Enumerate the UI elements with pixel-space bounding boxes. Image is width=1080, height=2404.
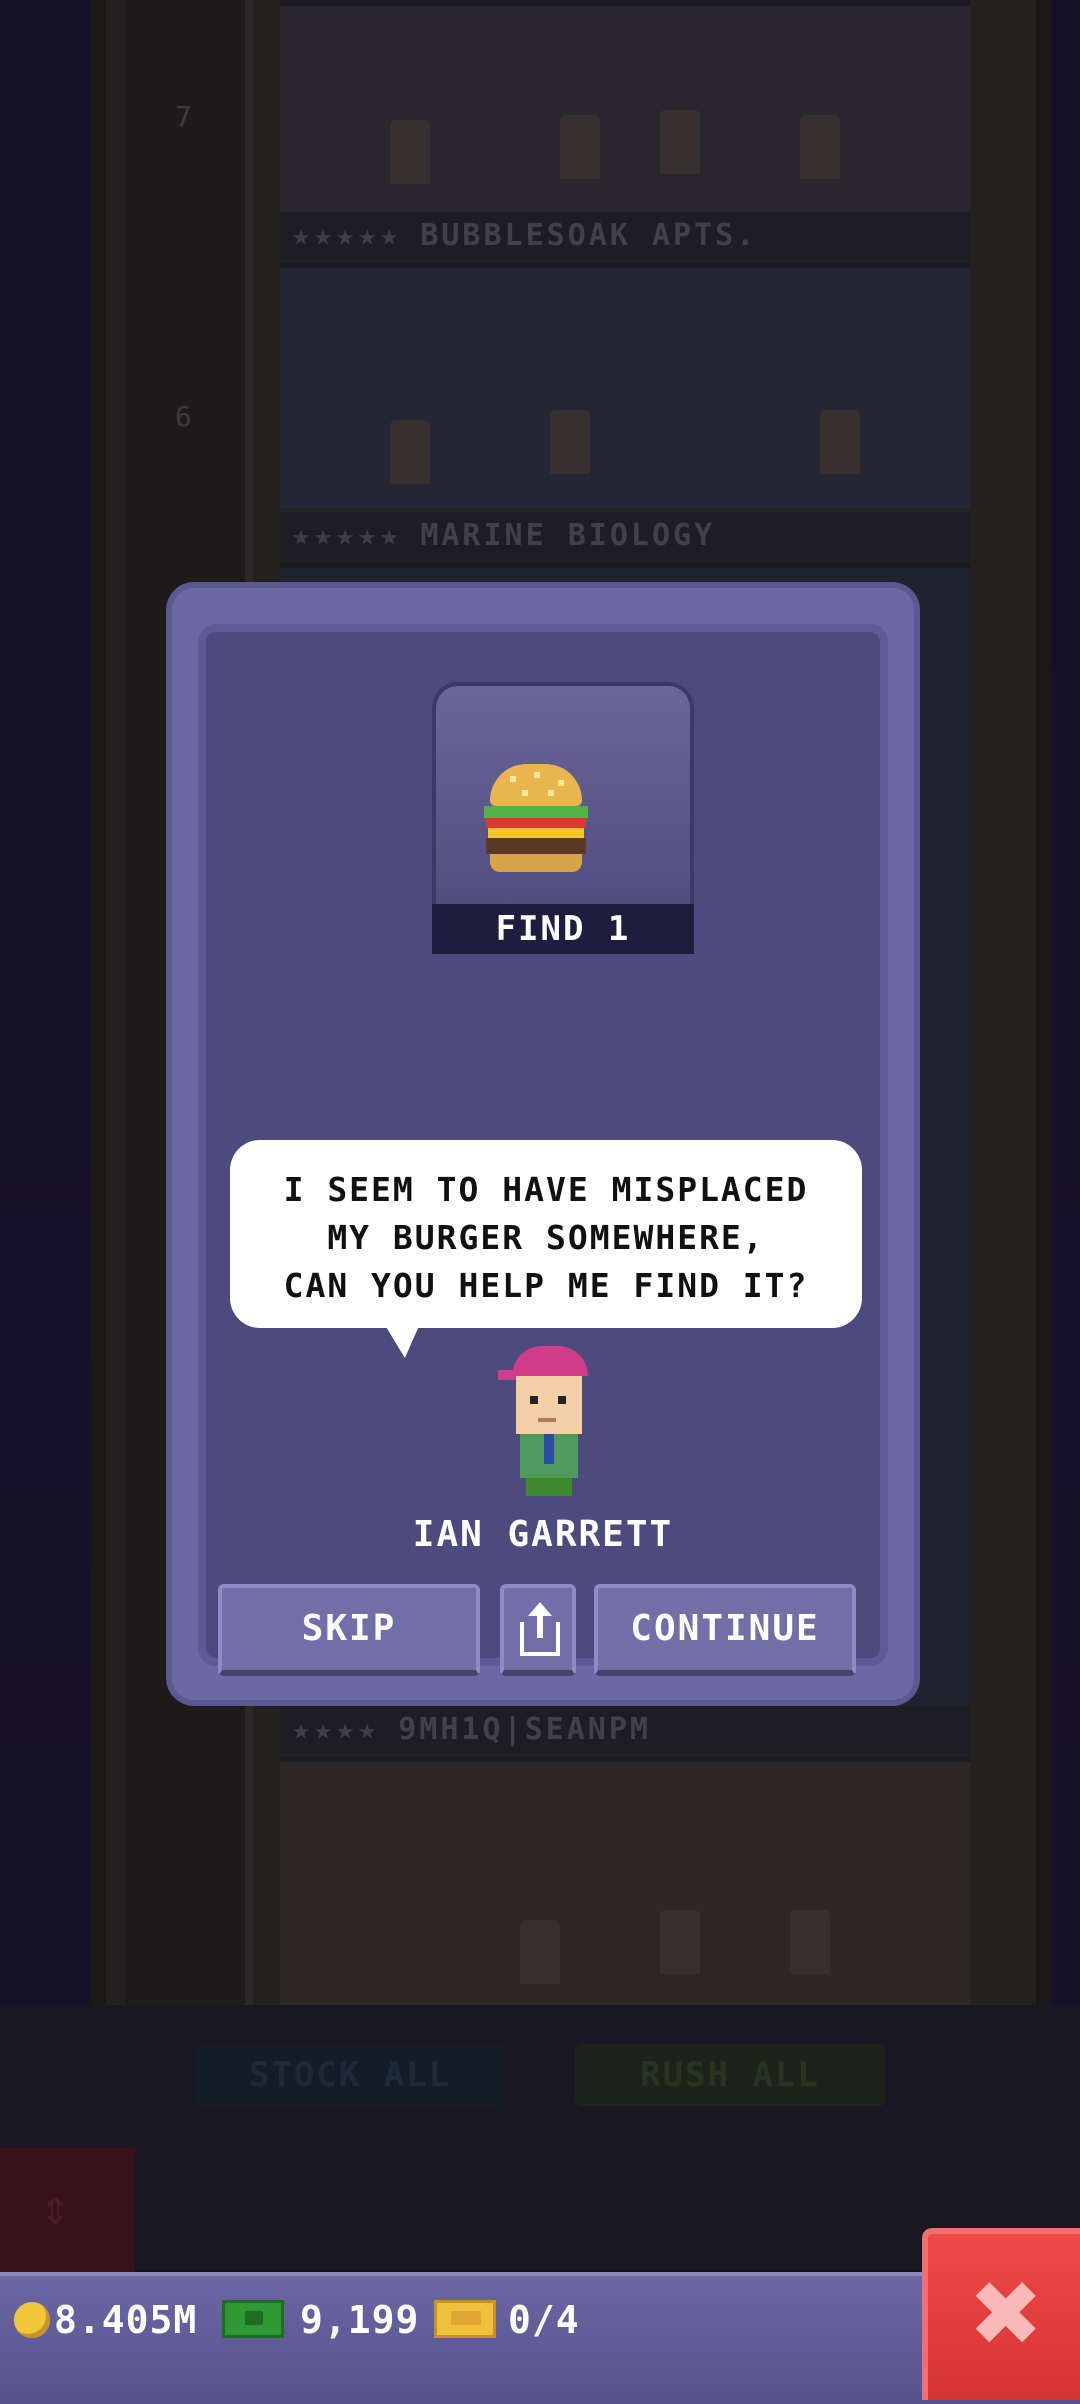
speech-bubble: I SEEM TO HAVE MISPLACED MY BURGER SOMEW… [230, 1140, 862, 1328]
bux-icon [222, 2300, 284, 2338]
share-button[interactable] [500, 1584, 576, 1676]
npc-avatar [498, 1346, 608, 1496]
close-button[interactable]: ✖ [922, 2228, 1080, 2400]
skip-button[interactable]: SKIP [218, 1584, 480, 1676]
bux-value: 9,199 [300, 2298, 420, 2342]
speech-line: MY BURGER SOMEWHERE, [327, 1218, 765, 1257]
tickets-value: 0/4 [508, 2298, 580, 2342]
dialog-panel: FIND 1 I SEEM TO HAVE MISPLACED MY BURGE… [198, 624, 888, 1676]
speech-line: CAN YOU HELP ME FIND IT? [283, 1266, 809, 1305]
mission-dialog: FIND 1 I SEEM TO HAVE MISPLACED MY BURGE… [172, 588, 914, 1700]
find-count-label: FIND 1 [432, 904, 694, 954]
burger-icon [482, 764, 590, 874]
coin-icon [14, 2302, 50, 2338]
speech-bubble-tail [377, 1312, 435, 1358]
close-icon: ✖ [968, 2262, 1044, 2367]
share-icon [520, 1602, 560, 1658]
coins-value: 8.405M [54, 2298, 198, 2342]
speech-line: I SEEM TO HAVE MISPLACED [283, 1170, 809, 1209]
continue-button[interactable]: CONTINUE [594, 1584, 856, 1676]
npc-name: IAN GARRETT [412, 1514, 674, 1555]
ticket-icon [434, 2300, 496, 2338]
